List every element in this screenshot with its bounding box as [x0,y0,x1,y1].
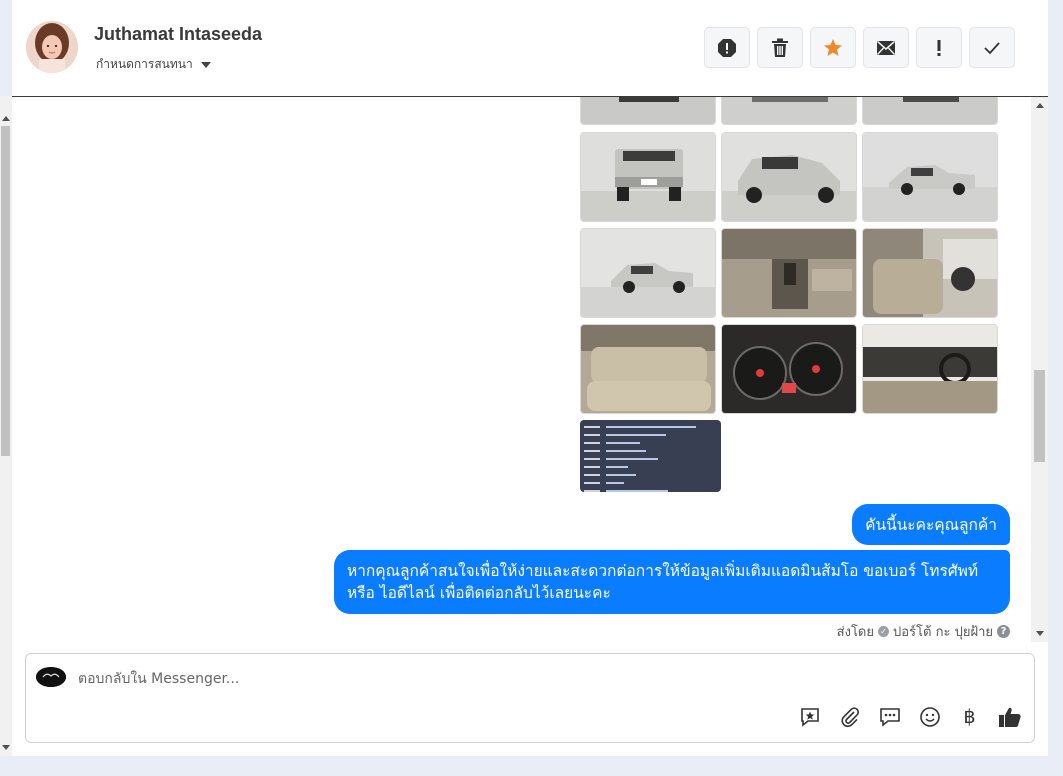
scroll-down-arrow-icon[interactable] [1036,631,1044,636]
thumbs-up-icon [998,707,1021,727]
emoji-icon [919,706,940,727]
help-icon[interactable]: ? [997,625,1010,638]
car-photo-7[interactable] [580,228,716,318]
saved-replies-button[interactable] [877,704,902,729]
sent-by-label: ส่งโดย [836,625,874,640]
check-icon [984,41,1000,54]
scroll-down-arrow-icon[interactable] [2,745,10,750]
attach-button[interactable] [837,704,862,729]
assign-conversation-dropdown[interactable]: กำหนดการสนทนา [96,55,211,74]
mark-unread-button[interactable] [863,27,909,68]
car-photo-6[interactable] [862,132,998,222]
message-bubble-short: คันนี้นะคะคุณลูกค้า [852,504,1010,545]
like-button[interactable] [997,704,1022,729]
sent-by-line: ส่งโดย ✓ ปอร์โต้ กะ ปุยฝ้าย ? [837,621,1010,642]
car-photo-1[interactable] [580,97,716,125]
message-bubble-long: หากคุณลูกค้าสนใจเพื่อให้ง่ายและสะดวกต่อก… [334,550,1010,614]
star-icon [824,38,842,56]
trash-icon [772,38,788,57]
quick-reply-button[interactable] [797,704,822,729]
mail-icon [877,40,895,55]
car-photo-2[interactable] [721,97,857,125]
contact-name[interactable]: Juthamat Intaseeda [94,24,262,45]
conversation-thread[interactable]: คันนี้นะคะคุณลูกค้า หากคุณลูกค้าสนใจเพื่… [12,97,1048,642]
header-actions [704,27,1015,68]
emoji-button[interactable] [917,704,942,729]
star-button[interactable] [810,27,856,68]
report-button[interactable] [704,27,750,68]
message-text: หากคุณลูกค้าสนใจเพื่อให้ง่ายและสะดวกต่อก… [347,562,979,602]
spec-sheet-image[interactable] [580,420,721,492]
scrollbar-thumb[interactable] [1034,370,1045,462]
delete-button[interactable] [757,27,803,68]
report-icon [718,38,736,57]
car-photo-12[interactable] [862,324,998,414]
car-photo-8[interactable] [721,228,857,318]
baht-icon: ฿ [963,705,976,728]
quick-reply-icon [800,707,819,727]
payment-button[interactable]: ฿ [957,704,982,729]
chat-bubble-icon [879,707,900,727]
scroll-up-arrow-icon[interactable] [2,116,10,121]
car-photo-5[interactable] [721,132,857,222]
thread-scrollbar[interactable] [1031,97,1048,642]
exclamation-icon [937,39,941,56]
assign-label: กำหนดการสนทนา [96,57,193,71]
mark-done-button[interactable] [969,27,1015,68]
scroll-up-arrow-icon[interactable] [1036,103,1044,108]
caret-down-icon [200,61,211,68]
message-text: คันนี้นะคะคุณลูกค้า [865,515,997,534]
follow-up-button[interactable] [916,27,962,68]
car-photo-11[interactable] [721,324,857,414]
contact-avatar[interactable] [26,21,78,73]
car-photo-10[interactable] [580,324,716,414]
page-avatar [36,667,66,687]
reply-input[interactable] [78,668,678,690]
car-photo-4[interactable] [580,132,716,222]
page-scrollbar[interactable] [0,96,12,756]
composer-toolbar: ฿ [797,704,1022,729]
car-photo-3[interactable] [862,97,998,125]
car-photo-9[interactable] [862,228,998,318]
sender-name[interactable]: ปอร์โต้ กะ ปุยฝ้าย [893,621,993,642]
reply-composer: ฿ [25,653,1035,743]
attachment-icon [840,706,859,727]
conversation-header: Juthamat Intaseeda กำหนดการสนทนา [12,0,1048,97]
sender-status-icon: ✓ [878,626,889,637]
scrollbar-thumb[interactable] [1,126,10,456]
inbox-panel: Juthamat Intaseeda กำหนดการสนทนา คันนี้น… [12,0,1048,756]
